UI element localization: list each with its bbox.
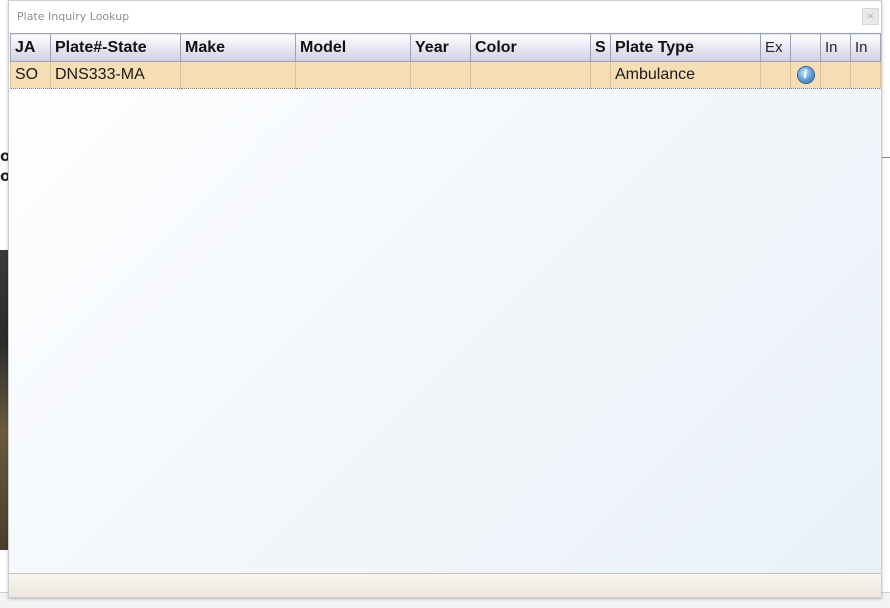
cell-info: i [790, 61, 821, 89]
column-header-in-2[interactable]: In [850, 33, 881, 62]
column-header-in-1[interactable]: In [820, 33, 851, 62]
background-divider [882, 157, 890, 158]
cell-ex [760, 61, 791, 89]
info-icon[interactable]: i [797, 66, 814, 83]
column-header-ja[interactable]: JA [10, 33, 51, 62]
close-button[interactable]: × [862, 8, 879, 25]
grid-header-row: JA Plate#-State Make Model Year Color S … [10, 33, 881, 62]
cell-in-1 [820, 61, 851, 89]
cell-plate-state: DNS333-MA [50, 61, 181, 89]
dialog-footer [9, 573, 881, 597]
dialog-titlebar[interactable]: Plate Inquiry Lookup × [9, 1, 881, 32]
column-header-year[interactable]: Year [410, 33, 471, 62]
cell-s [590, 61, 611, 89]
cell-model [295, 61, 411, 89]
cell-color [470, 61, 591, 89]
cell-ja: SO [10, 61, 51, 89]
column-header-s[interactable]: S [590, 33, 611, 62]
cell-in-2 [850, 61, 881, 89]
cell-make [180, 61, 296, 89]
column-header-color[interactable]: Color [470, 33, 591, 62]
column-header-plate-state[interactable]: Plate#-State [50, 33, 181, 62]
results-grid: JA Plate#-State Make Model Year Color S … [10, 33, 881, 89]
column-header-make[interactable]: Make [180, 33, 296, 62]
table-row[interactable]: SO DNS333-MA Ambulance i [10, 61, 881, 89]
cell-plate-type: Ambulance [610, 61, 761, 89]
column-header-info[interactable] [790, 33, 821, 62]
cell-year [410, 61, 471, 89]
plate-inquiry-dialog: Plate Inquiry Lookup × JA Plate#-State M… [8, 0, 882, 598]
dialog-title: Plate Inquiry Lookup [17, 10, 130, 23]
column-header-plate-type[interactable]: Plate Type [610, 33, 761, 62]
column-header-model[interactable]: Model [295, 33, 411, 62]
column-header-ex[interactable]: Ex [760, 33, 791, 62]
